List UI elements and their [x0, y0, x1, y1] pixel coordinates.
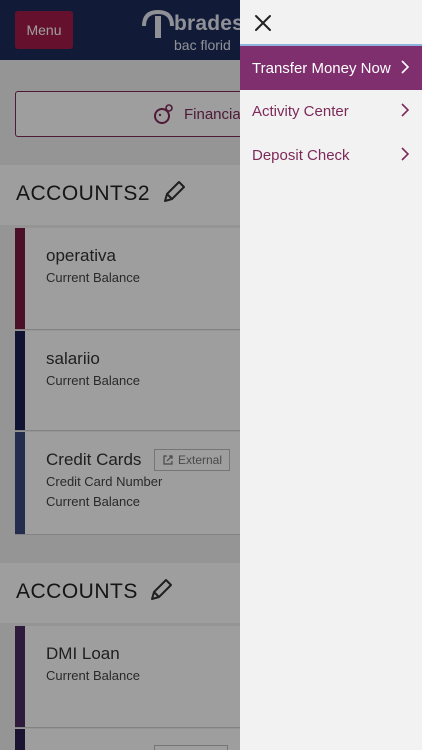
side-drawer: Transfer Money Now Activity Center Depos…	[240, 0, 422, 750]
chevron-right-icon	[401, 60, 410, 74]
dim-overlay[interactable]	[0, 0, 240, 750]
drawer-item-label: Deposit Check	[252, 146, 350, 164]
chevron-right-icon	[401, 103, 410, 117]
drawer-item-activity-center[interactable]: Activity Center	[240, 89, 422, 133]
drawer-item-transfer-money[interactable]: Transfer Money Now	[240, 44, 422, 90]
close-icon[interactable]	[250, 10, 276, 36]
drawer-item-label: Transfer Money Now	[252, 59, 391, 77]
drawer-item-deposit-check[interactable]: Deposit Check	[240, 133, 422, 177]
drawer-item-label: Activity Center	[252, 102, 349, 120]
chevron-right-icon	[401, 147, 410, 161]
